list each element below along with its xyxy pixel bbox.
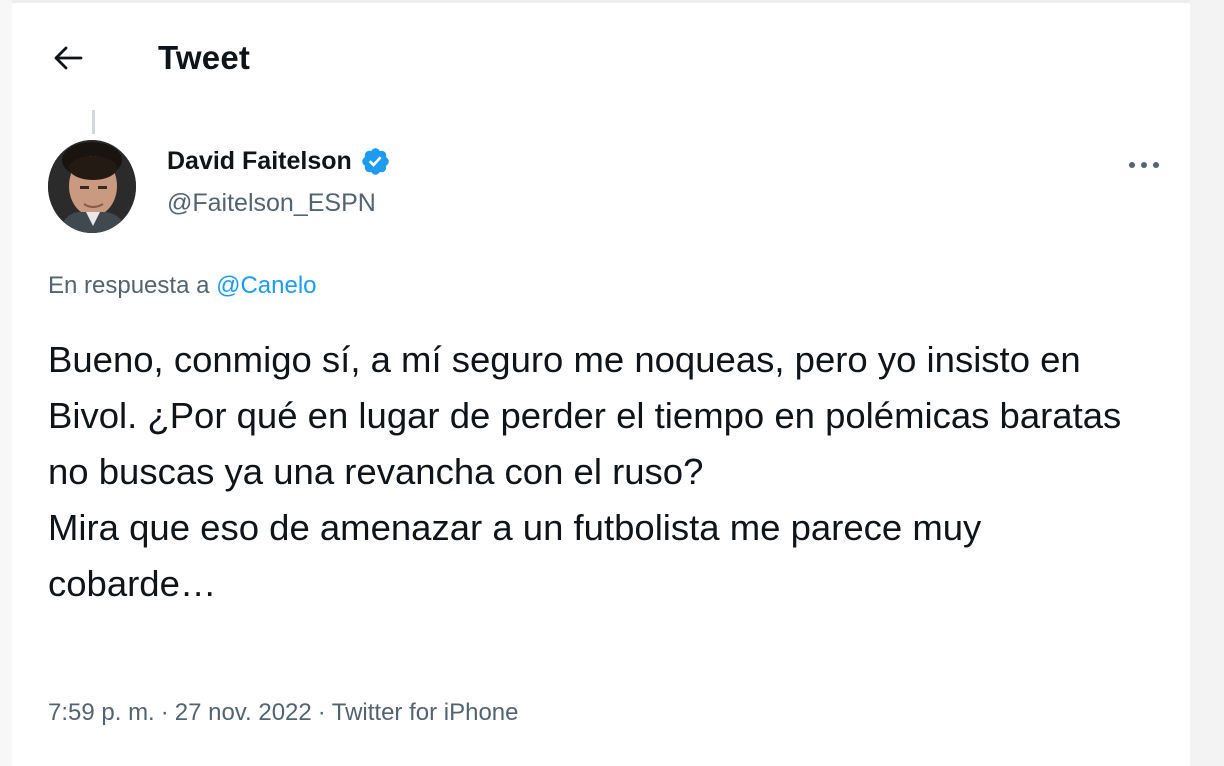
tweet-paragraph: Mira que eso de amenazar a un futbolista…: [48, 507, 982, 604]
left-edge: [0, 0, 12, 766]
meta-separator: ·: [160, 699, 169, 726]
page-header: Tweet: [40, 28, 250, 88]
avatar[interactable]: [48, 140, 136, 233]
author-name-row: David Faitelson: [167, 146, 391, 177]
meta-separator: ·: [317, 699, 326, 726]
tweet-paragraph: Bueno, conmigo sí, a mí seguro me noquea…: [48, 339, 1122, 492]
top-edge: [0, 0, 1224, 3]
tweet-date[interactable]: 27 nov. 2022: [175, 699, 312, 726]
more-horizontal-icon: [1129, 162, 1159, 168]
reply-prefix: En respuesta a: [48, 272, 210, 299]
tweet-text: Bueno, conmigo sí, a mí seguro me noquea…: [48, 332, 1158, 612]
author-handle[interactable]: @Faitelson_ESPN: [167, 189, 376, 218]
tweet-source[interactable]: Twitter for iPhone: [332, 699, 519, 726]
right-edge: [1190, 0, 1224, 766]
thread-connector: [92, 110, 95, 134]
arrow-left-icon: [54, 46, 83, 70]
page-title: Tweet: [158, 39, 251, 76]
author-display-name[interactable]: David Faitelson: [167, 147, 352, 176]
back-button[interactable]: [40, 30, 96, 86]
tweet-time[interactable]: 7:59 p. m.: [48, 699, 155, 726]
verified-badge-icon: [362, 148, 389, 175]
user-avatar: [48, 140, 136, 233]
tweet-page: Tweet David Faitelson @Faitelson_ESPN En…: [0, 0, 1224, 766]
reply-mention-link[interactable]: @Canelo: [216, 272, 316, 299]
tweet-metadata: 7:59 p. m. · 27 nov. 2022 · Twitter for iPho…: [48, 699, 519, 727]
more-options-button[interactable]: [1122, 145, 1166, 185]
reply-context: En respuesta a @Canelo: [48, 272, 317, 300]
